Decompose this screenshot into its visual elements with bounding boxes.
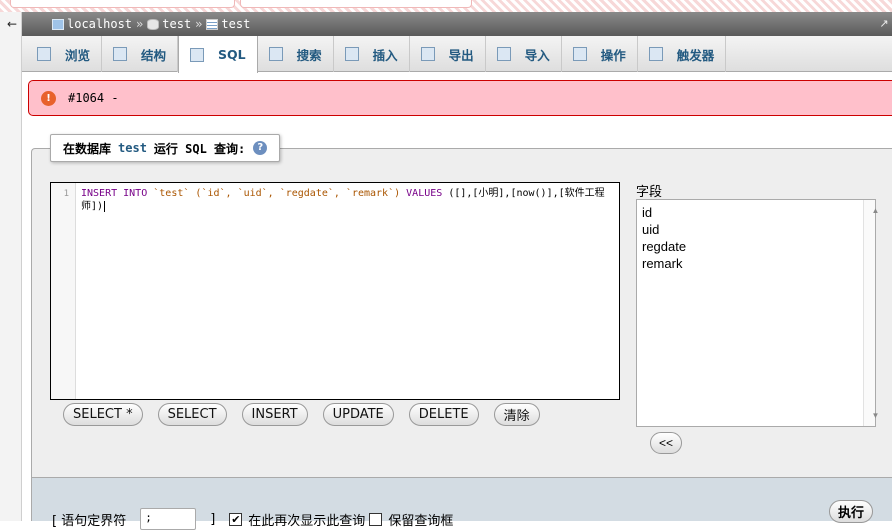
insert-field-button[interactable]: << bbox=[650, 432, 682, 454]
delimiter-close: ] bbox=[210, 511, 216, 527]
sql-keyword: VALUES bbox=[406, 188, 443, 199]
error-text: #1064 - bbox=[68, 91, 119, 105]
tab-label: 插入 bbox=[372, 47, 398, 63]
select-button[interactable]: SELECT bbox=[157, 403, 227, 426]
delimiter-input[interactable]: ; bbox=[140, 508, 197, 530]
database-icon bbox=[147, 18, 160, 30]
tab-label: 导入 bbox=[524, 47, 550, 63]
error-message: ! #1064 - bbox=[28, 80, 892, 116]
query-options-bar: [ 语句定界符 ; ] ✔ 在此再次显示此查询 保留查询框 bbox=[31, 478, 892, 530]
breadcrumb-separator: » bbox=[195, 17, 203, 31]
legend-database: test bbox=[118, 141, 147, 155]
fields-list[interactable]: id uid regdate remark ▲ ▼ bbox=[636, 199, 879, 427]
query-options: [ 语句定界符 ; ] ✔ 在此再次显示此查询 保留查询框 bbox=[52, 508, 453, 530]
text-cursor bbox=[104, 201, 106, 212]
tab-label: SQL bbox=[218, 47, 246, 62]
clear-button[interactable]: 清除 bbox=[493, 403, 540, 426]
browser-tab-strip bbox=[0, 0, 892, 12]
insert-icon bbox=[344, 47, 359, 61]
line-number: 1 bbox=[51, 183, 76, 399]
breadcrumb: localhost » test » test bbox=[22, 12, 892, 36]
delimiter-label: [ 语句定界符 bbox=[52, 513, 127, 529]
structure-icon bbox=[113, 47, 128, 61]
field-item[interactable]: uid bbox=[642, 221, 870, 238]
server-icon bbox=[52, 18, 64, 30]
trigger-icon bbox=[648, 47, 663, 61]
table-icon bbox=[206, 18, 219, 30]
fields-label: 字段 bbox=[636, 185, 663, 200]
select-star-button[interactable]: SELECT * bbox=[63, 403, 143, 426]
keep-box-label: 保留查询框 bbox=[388, 513, 454, 529]
left-frame bbox=[0, 12, 22, 521]
legend-prefix: 在数据库 bbox=[63, 141, 112, 156]
scroll-up-icon[interactable]: ▲ bbox=[870, 202, 882, 219]
sql-icon bbox=[190, 47, 205, 62]
tab-label: 导出 bbox=[448, 47, 474, 63]
keep-box-checkbox[interactable] bbox=[369, 512, 383, 526]
scroll-down-icon[interactable]: ▼ bbox=[870, 407, 882, 424]
browser-tab[interactable] bbox=[10, 0, 235, 8]
import-icon bbox=[496, 47, 511, 61]
query-legend: 在数据库 test 运行 SQL 查询: ? bbox=[50, 134, 281, 162]
tab-label: 浏览 bbox=[65, 47, 91, 63]
back-arrow-icon[interactable]: ← bbox=[2, 12, 22, 36]
tab-label: 搜索 bbox=[296, 47, 322, 63]
show-again-checkbox[interactable]: ✔ bbox=[229, 512, 243, 526]
field-item[interactable]: regdate bbox=[642, 238, 870, 255]
tab-bar: 浏览 结构 SQL 搜索 插入 导出 导入 操作 触发器 bbox=[22, 36, 892, 73]
fields-scrollbar[interactable]: ▲ ▼ bbox=[863, 200, 879, 426]
breadcrumb-server[interactable]: localhost bbox=[67, 17, 132, 31]
execute-button[interactable]: 执行 bbox=[829, 500, 874, 523]
tab-operations[interactable]: 操作 bbox=[562, 36, 638, 72]
tab-sql[interactable]: SQL bbox=[178, 36, 258, 73]
field-item[interactable]: id bbox=[642, 204, 870, 221]
export-icon bbox=[420, 47, 435, 61]
update-button[interactable]: UPDATE bbox=[322, 403, 394, 426]
sql-columns: (`id`, `uid`, `regdate`, `remark`) bbox=[195, 188, 401, 199]
help-icon[interactable]: ? bbox=[253, 141, 268, 155]
error-icon: ! bbox=[41, 90, 56, 106]
tab-label: 结构 bbox=[141, 47, 167, 63]
tab-structure[interactable]: 结构 bbox=[102, 36, 179, 72]
search-icon bbox=[268, 47, 283, 61]
breadcrumb-separator: » bbox=[136, 17, 144, 31]
tab-triggers[interactable]: 触发器 bbox=[638, 36, 727, 72]
collapse-arrow-icon[interactable]: ↗ bbox=[876, 12, 892, 36]
insert-button[interactable]: INSERT bbox=[241, 403, 308, 426]
breadcrumb-table[interactable]: test bbox=[221, 17, 250, 31]
delete-button[interactable]: DELETE bbox=[408, 403, 479, 426]
show-again-label: 在此再次显示此查询 bbox=[248, 513, 366, 529]
tab-export[interactable]: 导出 bbox=[410, 36, 486, 72]
sql-editor[interactable]: 1 INSERT INTO `test` (`id`, `uid`, `regd… bbox=[50, 182, 620, 400]
sql-code[interactable]: INSERT INTO `test` (`id`, `uid`, `regdat… bbox=[81, 187, 616, 213]
tab-browse[interactable]: 浏览 bbox=[26, 36, 103, 72]
query-helper-buttons: SELECT * SELECT INSERT UPDATE DELETE 清除 bbox=[63, 403, 540, 426]
tab-insert[interactable]: 插入 bbox=[334, 36, 410, 72]
sql-table-name: `test` bbox=[153, 188, 190, 199]
tab-search[interactable]: 搜索 bbox=[258, 36, 334, 72]
breadcrumb-database[interactable]: test bbox=[162, 17, 191, 31]
tab-label: 操作 bbox=[600, 47, 626, 63]
wrench-icon bbox=[572, 47, 587, 61]
browse-icon bbox=[37, 47, 51, 61]
sql-keyword: INSERT INTO bbox=[81, 188, 148, 199]
tab-import[interactable]: 导入 bbox=[486, 36, 562, 72]
browser-tab[interactable] bbox=[240, 0, 472, 8]
legend-suffix: 运行 SQL 查询: bbox=[153, 141, 246, 156]
tab-label: 触发器 bbox=[676, 47, 715, 63]
field-item[interactable]: remark bbox=[642, 255, 870, 272]
